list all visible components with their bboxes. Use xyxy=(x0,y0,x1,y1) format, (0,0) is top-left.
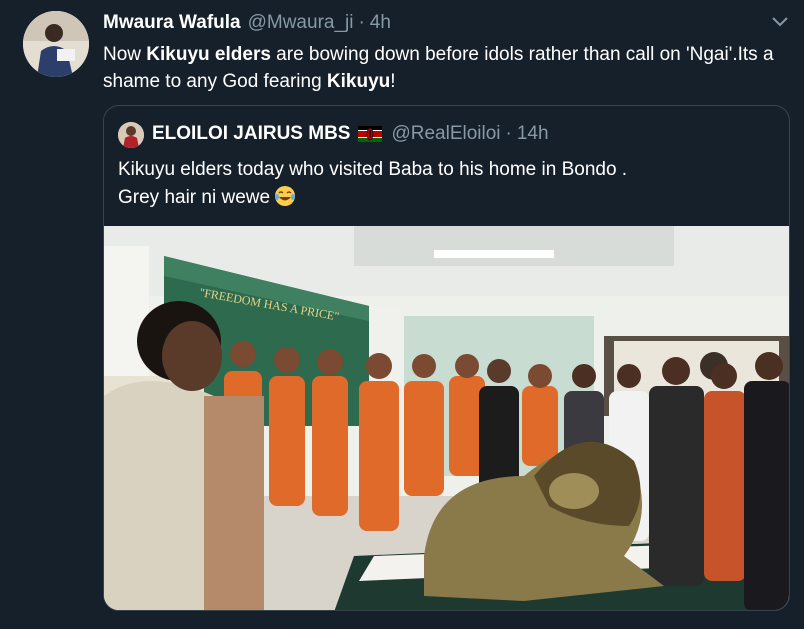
tweet-timestamp[interactable]: 4h xyxy=(370,12,391,34)
separator-dot: · xyxy=(505,123,512,144)
author-handle[interactable]: @Mwaura_ji xyxy=(248,12,354,34)
author-name[interactable]: Mwaura Wafula xyxy=(103,12,241,34)
quoted-timestamp[interactable]: 14h xyxy=(517,123,549,145)
tweet-photo[interactable]: "FREEDOM HAS A PRICE" xyxy=(104,226,789,610)
quoted-tweet-text: Kikuyu elders today who visited Baba to … xyxy=(118,156,778,212)
quoted-author-avatar[interactable] xyxy=(118,122,144,148)
tweet-text-bold: Kikuyu elders xyxy=(146,44,271,65)
tweet-text-bold: Kikuyu xyxy=(326,71,391,92)
quoted-text-line: Kikuyu elders today who visited Baba to … xyxy=(118,159,628,180)
photo-illustration: "FREEDOM HAS A PRICE" xyxy=(104,226,789,610)
chevron-down-icon[interactable] xyxy=(768,12,792,32)
tweet-text-segment: Now xyxy=(103,44,147,65)
kenya-flag-icon xyxy=(358,126,383,142)
quoted-author-handle[interactable]: @RealEloiloi xyxy=(391,123,500,145)
quoted-tweet[interactable]: ELOILOI JAIRUS MBS @RealEloiloi · 14h Ki… xyxy=(103,105,790,611)
separator-dot: · xyxy=(358,12,365,33)
quoted-text-line: Grey hair ni wewe xyxy=(118,187,271,208)
quoted-author-name[interactable]: ELOILOI JAIRUS MBS xyxy=(152,123,350,145)
quoted-text-line-2: Grey hair ni wewe xyxy=(118,184,778,212)
author-avatar[interactable] xyxy=(23,11,89,77)
tweet-text: Now Kikuyu elders are bowing down before… xyxy=(103,41,783,95)
tweet[interactable]: Mwaura Wafula @Mwaura_ji · 4h Now Kikuyu… xyxy=(0,0,804,629)
tweet-text-segment: ! xyxy=(390,71,396,92)
tears-of-joy-emoji-icon xyxy=(274,185,296,207)
